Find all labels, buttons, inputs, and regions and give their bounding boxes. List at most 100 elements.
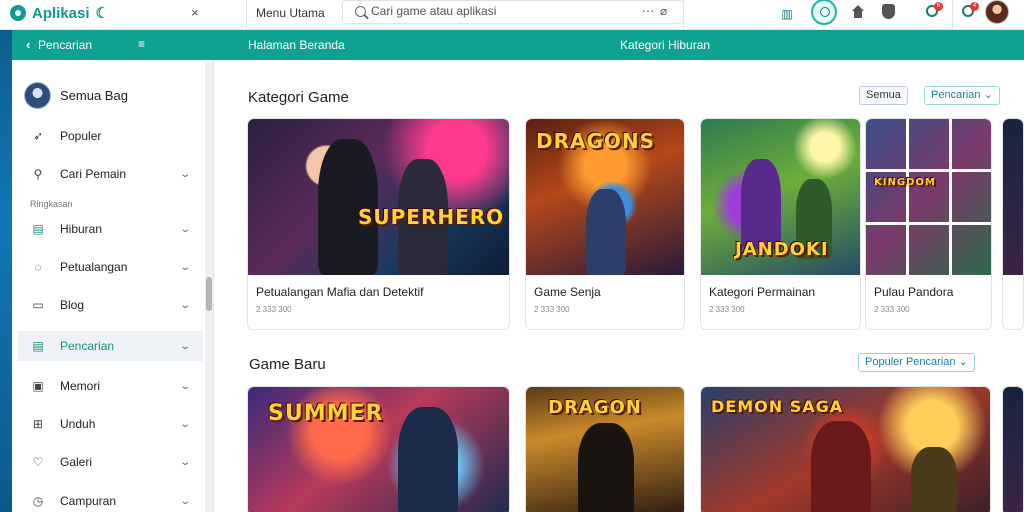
message-badge: 4 (970, 2, 979, 11)
section-title: Game Baru (249, 356, 326, 373)
sort-dropdown-label: Populer Pencarian (865, 356, 956, 368)
sidebar-item-label: Blog (60, 298, 85, 312)
top-menu-label[interactable]: Menu Utama (256, 6, 325, 20)
game-card-partial[interactable] (1002, 386, 1024, 512)
game-thumbnail: DRAGON (526, 387, 684, 512)
user-avatar[interactable] (985, 0, 1009, 24)
home-icon[interactable] (852, 5, 864, 19)
rocket-icon: ➶ (32, 129, 44, 143)
sidebar-item-label: Memori (60, 379, 101, 393)
sidebar-item-hiburan[interactable]: ▤ Hiburan ⌄ (18, 214, 203, 244)
search-box[interactable]: ⋯ ⌀ (342, 0, 684, 24)
hamburger-icon[interactable]: ≡ (138, 37, 146, 51)
game-thumbnail (1003, 387, 1023, 512)
chat-icon: ◌ (34, 260, 42, 274)
chevron-down-icon: ⌄ (179, 456, 192, 468)
calendar-icon: ▤ (32, 222, 44, 236)
card-title: Petualangan Mafia dan Detektif (256, 285, 424, 299)
hero-figure (811, 421, 871, 512)
avatar (24, 82, 51, 109)
grid-icon[interactable]: ▥ (778, 5, 796, 23)
game-thumbnail: SUPERHERO (248, 119, 509, 275)
back-arrow-icon[interactable]: ‹ (26, 37, 30, 52)
sidebar-item-petualangan[interactable]: ◌ Petualangan ⌄ (18, 252, 203, 282)
divider (246, 0, 247, 30)
hero-figure (398, 407, 458, 512)
game-thumbnail: KINGDOM (866, 119, 991, 275)
sidebar-item-label: Campuran (60, 494, 117, 508)
message-icon[interactable]: 4 (962, 2, 979, 21)
image-icon: ▣ (32, 379, 44, 393)
sidebar-item-campuran[interactable]: ◷ Campuran ⌄ (18, 486, 203, 512)
sidebar-item-label: Populer (60, 129, 102, 143)
sidebar-item-galeri[interactable]: ♡ Galeri ⌄ (18, 447, 203, 477)
filter-button[interactable]: Semua (859, 86, 908, 105)
sidebar-user[interactable]: Semua Bag (24, 82, 128, 109)
game-card-partial[interactable] (1002, 118, 1024, 330)
sidebar-item-label: Pencarian (60, 339, 115, 353)
sidebar-item-populer[interactable]: ➶ Populer (18, 121, 203, 151)
game-logo-text: SUMMER (268, 401, 384, 426)
heart-icon: ♡ (32, 455, 44, 469)
chevron-down-icon: ⌄ (179, 495, 192, 507)
scroll-thumb[interactable] (206, 277, 212, 311)
header-bar (10, 30, 1024, 60)
game-card[interactable]: DRAGONS Game Senja 2 333 300 (525, 118, 685, 330)
game-thumbnail: JANDOKI (701, 119, 860, 275)
card-meta: 2 333 300 (709, 305, 745, 314)
sidebar-item-unduh[interactable]: ⊞ Unduh ⌄ (18, 409, 203, 439)
game-logo-text: KINGDOM (874, 177, 936, 188)
sidebar-item-blog[interactable]: ▭ Blog ⌄ (18, 290, 203, 320)
game-logo-text: DRAGONS (536, 129, 656, 153)
sidebar-item-pencarian[interactable]: ▤ Pencarian ⌄ (18, 331, 203, 361)
chevron-down-icon: ⌄ (179, 223, 192, 235)
game-thumbnail: DRAGONS (526, 119, 684, 275)
card-meta: 2 333 300 (256, 305, 292, 314)
sidebar-item-label: Galeri (60, 455, 93, 469)
game-card[interactable]: SUPERHERO Petualangan Mafia dan Detektif… (247, 118, 510, 330)
clear-icon[interactable]: ⌀ (660, 4, 667, 18)
card-title: Game Senja (534, 285, 601, 299)
calendar-icon: ▤ (32, 339, 44, 353)
game-card[interactable]: SUMMER (247, 386, 510, 512)
header-back-label[interactable]: Pencarian (38, 38, 92, 52)
sidebar-item-memori[interactable]: ▣ Memori ⌄ (18, 371, 203, 401)
sort-dropdown[interactable]: Pencarian ⌄ (924, 86, 1000, 105)
game-card[interactable]: KINGDOM Pulau Pandora 2 333 300 (865, 118, 992, 330)
decorative-edge (0, 30, 12, 512)
notification-icon[interactable]: 6 (926, 2, 943, 21)
sidebar-item-label: Unduh (60, 417, 96, 431)
game-card[interactable]: DEMON SAGA (700, 386, 991, 512)
sidebar-user-label: Semua Bag (60, 88, 128, 103)
sidebar-item-search[interactable]: ⚲ Cari Pemain ⌄ (18, 159, 203, 189)
section-title: Kategori Game (248, 89, 349, 106)
card-title: Kategori Permainan (709, 285, 816, 299)
game-card[interactable]: JANDOKI Kategori Permainan 2 333 300 (700, 118, 861, 330)
header-right-title[interactable]: Kategori Hiburan (620, 38, 710, 52)
game-logo-text: JANDOKI (735, 239, 829, 260)
close-icon[interactable]: × (191, 5, 199, 20)
app-name: Aplikasi (32, 4, 90, 22)
shield-icon[interactable] (882, 4, 895, 19)
top-bar: Aplikasi ☾ × Menu Utama ⋯ ⌀ ▥ 6 4 (0, 0, 1024, 30)
divider (683, 0, 684, 30)
card-meta: 2 333 300 (534, 305, 570, 314)
clock-icon: ◷ (32, 494, 44, 508)
sort-dropdown[interactable]: Populer Pencarian ⌄ (858, 353, 975, 372)
search-input[interactable] (371, 4, 631, 18)
hero-figure (578, 423, 634, 512)
refresh-icon[interactable] (811, 0, 837, 25)
hero-figure (586, 189, 626, 275)
header-mid-title[interactable]: Halaman Beranda (248, 38, 345, 52)
hero-figure (911, 447, 957, 512)
game-logo-text: SUPERHERO (358, 205, 505, 229)
card-title: Pulau Pandora (874, 285, 954, 299)
game-card[interactable]: DRAGON (525, 386, 685, 512)
app-logo[interactable]: Aplikasi ☾ (10, 4, 109, 22)
sort-dropdown-label: Pencarian (931, 89, 981, 101)
chevron-down-icon: ⌄ (179, 418, 192, 430)
divider (952, 0, 953, 30)
more-icon[interactable]: ⋯ (642, 4, 654, 18)
folder-icon: ▭ (32, 298, 44, 312)
game-logo-text: DEMON SAGA (711, 397, 844, 416)
